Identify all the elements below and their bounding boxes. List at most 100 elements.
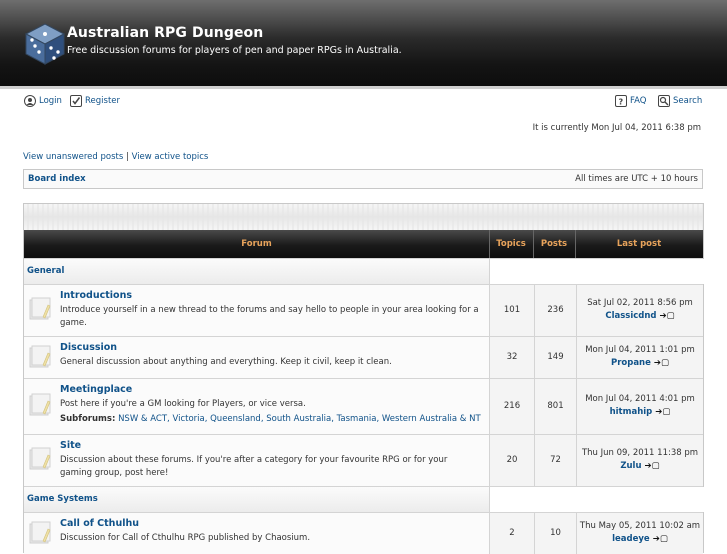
forum-description: Discussion about these forums. If you're… bbox=[60, 455, 448, 478]
faq-link[interactable]: ? FAQ bbox=[615, 95, 646, 107]
forum-icon-cell bbox=[24, 379, 58, 434]
search-icon bbox=[658, 95, 670, 107]
register-label: Register bbox=[85, 96, 120, 106]
topics-cell: 216 bbox=[489, 379, 534, 434]
login-link[interactable]: Login bbox=[24, 95, 62, 107]
forum-description: Introduce yourself in a new thread to th… bbox=[60, 305, 479, 328]
board-index-link[interactable]: Board index bbox=[28, 174, 86, 184]
posts-count: 10 bbox=[550, 528, 561, 538]
forum-icon-cell bbox=[24, 285, 58, 336]
goto-last-post-icon[interactable]: ➔▢ bbox=[655, 407, 670, 417]
last-post-date: Mon Jul 04, 2011 1:01 pm bbox=[585, 345, 695, 355]
subforum-links[interactable]: NSW & ACT, Victoria, Queensland, South A… bbox=[118, 414, 481, 424]
last-post-cell: Thu May 05, 2011 10:02 am leadeye ➔▢ bbox=[576, 513, 703, 554]
posts-cell: 10 bbox=[534, 513, 576, 554]
column-posts: Posts bbox=[540, 239, 568, 249]
forum-read-icon bbox=[29, 521, 51, 544]
forum-row: Call of Cthulhu Discussion for Call of C… bbox=[24, 512, 703, 554]
forum-title-introductions[interactable]: Introductions bbox=[60, 290, 132, 301]
goto-last-post-icon[interactable]: ➔▢ bbox=[654, 358, 669, 368]
svg-text:?: ? bbox=[619, 98, 624, 107]
site-header: Australian RPG Dungeon Free discussion f… bbox=[0, 0, 727, 86]
topics-cell: 2 bbox=[489, 513, 534, 554]
last-post-user-link[interactable]: Zulu ➔▢ bbox=[577, 461, 703, 471]
last-post-cell: Thu Jun 09, 2011 11:38 pm Zulu ➔▢ bbox=[576, 435, 703, 486]
last-post-date: Mon Jul 04, 2011 4:01 pm bbox=[585, 394, 695, 404]
goto-last-post-icon[interactable]: ➔▢ bbox=[660, 311, 675, 321]
forum-description: Post here if you're a GM looking for Pla… bbox=[60, 399, 306, 409]
goto-last-post-icon[interactable]: ➔▢ bbox=[645, 461, 660, 471]
subforums-list: Subforums: NSW & ACT, Victoria, Queensla… bbox=[60, 414, 481, 424]
category-row: Game Systems bbox=[24, 486, 704, 512]
category-blank-cell bbox=[489, 259, 704, 284]
topics-cell: 32 bbox=[489, 337, 534, 378]
search-link[interactable]: Search bbox=[658, 95, 702, 107]
register-link[interactable]: Register bbox=[70, 95, 120, 107]
forum-title-meetingplace[interactable]: Meetingplace bbox=[60, 384, 132, 395]
topics-count: 2 bbox=[509, 528, 515, 538]
site-title[interactable]: Australian RPG Dungeon bbox=[67, 25, 263, 41]
column-forum: Forum bbox=[241, 239, 272, 249]
forum-title-site[interactable]: Site bbox=[60, 440, 81, 451]
forum-icon-cell bbox=[24, 435, 58, 486]
current-time: It is currently Mon Jul 04, 2011 6:38 pm bbox=[532, 123, 701, 133]
last-post-user-link[interactable]: leadeye ➔▢ bbox=[577, 534, 703, 544]
topics-count: 216 bbox=[503, 401, 521, 411]
last-post-user-link[interactable]: Classicdnd ➔▢ bbox=[577, 311, 703, 321]
forum-icon-cell bbox=[24, 513, 58, 554]
last-post-username: Classicdnd bbox=[605, 311, 657, 321]
last-post-date: Thu May 05, 2011 10:02 am bbox=[579, 521, 701, 531]
column-last-post: Last post bbox=[616, 239, 662, 249]
forum-read-icon bbox=[29, 447, 51, 470]
last-post-username: Zulu bbox=[620, 461, 642, 471]
active-topics-link[interactable]: View active topics bbox=[132, 152, 209, 162]
last-post-username: hitmahip bbox=[609, 407, 653, 417]
subforums-label: Subforums: bbox=[60, 414, 116, 424]
forum-description: Discussion for Call of Cthulhu RPG publi… bbox=[60, 533, 311, 543]
posts-cell: 72 bbox=[534, 435, 576, 486]
last-post-cell: Mon Jul 04, 2011 4:01 pm hitmahip ➔▢ bbox=[576, 379, 703, 434]
link-separator: | bbox=[125, 152, 129, 162]
decorative-band bbox=[24, 204, 703, 230]
forum-read-icon bbox=[29, 297, 51, 320]
question-icon: ? bbox=[615, 95, 627, 107]
dice-logo-icon[interactable] bbox=[24, 22, 66, 66]
forum-row: Discussion General discussion about anyt… bbox=[24, 336, 703, 378]
faq-label: FAQ bbox=[630, 96, 647, 106]
goto-last-post-icon[interactable]: ➔▢ bbox=[653, 534, 668, 544]
login-label: Login bbox=[39, 96, 62, 106]
category-general-link[interactable]: General bbox=[27, 266, 64, 276]
forum-title-discussion[interactable]: Discussion bbox=[60, 342, 117, 353]
forum-title-call-of-cthulhu[interactable]: Call of Cthulhu bbox=[60, 518, 139, 529]
unanswered-posts-link[interactable]: View unanswered posts bbox=[23, 152, 123, 162]
column-topics: Topics bbox=[496, 239, 526, 249]
topics-cell: 20 bbox=[489, 435, 534, 486]
topics-count: 20 bbox=[506, 455, 518, 465]
forum-row: Site Discussion about these forums. If y… bbox=[24, 434, 703, 486]
last-post-cell: Mon Jul 04, 2011 1:01 pm Propane ➔▢ bbox=[576, 337, 703, 378]
forum-read-icon bbox=[29, 393, 51, 416]
forum-icon-cell bbox=[24, 337, 58, 378]
forum-row: Meetingplace Post here if you're a GM lo… bbox=[24, 378, 703, 434]
forum-description: General discussion about anything and ev… bbox=[60, 357, 392, 367]
breadcrumb: Board index All times are UTC + 10 hours bbox=[23, 169, 703, 189]
posts-cell: 801 bbox=[534, 379, 576, 434]
table-header: Forum Topics Posts Last post bbox=[24, 230, 703, 258]
search-label: Search bbox=[673, 96, 703, 106]
view-links: View unanswered posts | View active topi… bbox=[23, 152, 208, 162]
last-post-date: Sat Jul 02, 2011 8:56 pm bbox=[587, 298, 693, 308]
topics-count: 101 bbox=[503, 305, 521, 315]
topics-cell: 101 bbox=[489, 285, 534, 336]
last-post-user-link[interactable]: hitmahip ➔▢ bbox=[577, 407, 703, 417]
posts-count: 149 bbox=[547, 352, 564, 362]
category-row: General bbox=[24, 258, 704, 284]
timezone-info: All times are UTC + 10 hours bbox=[575, 174, 698, 184]
last-post-username: leadeye bbox=[612, 534, 650, 544]
register-icon bbox=[70, 95, 82, 107]
posts-cell: 149 bbox=[534, 337, 576, 378]
category-game-systems-link[interactable]: Game Systems bbox=[27, 494, 98, 504]
posts-count: 801 bbox=[547, 401, 564, 411]
site-description: Free discussion forums for players of pe… bbox=[67, 45, 402, 56]
last-post-user-link[interactable]: Propane ➔▢ bbox=[577, 358, 703, 368]
topics-count: 32 bbox=[506, 352, 518, 362]
